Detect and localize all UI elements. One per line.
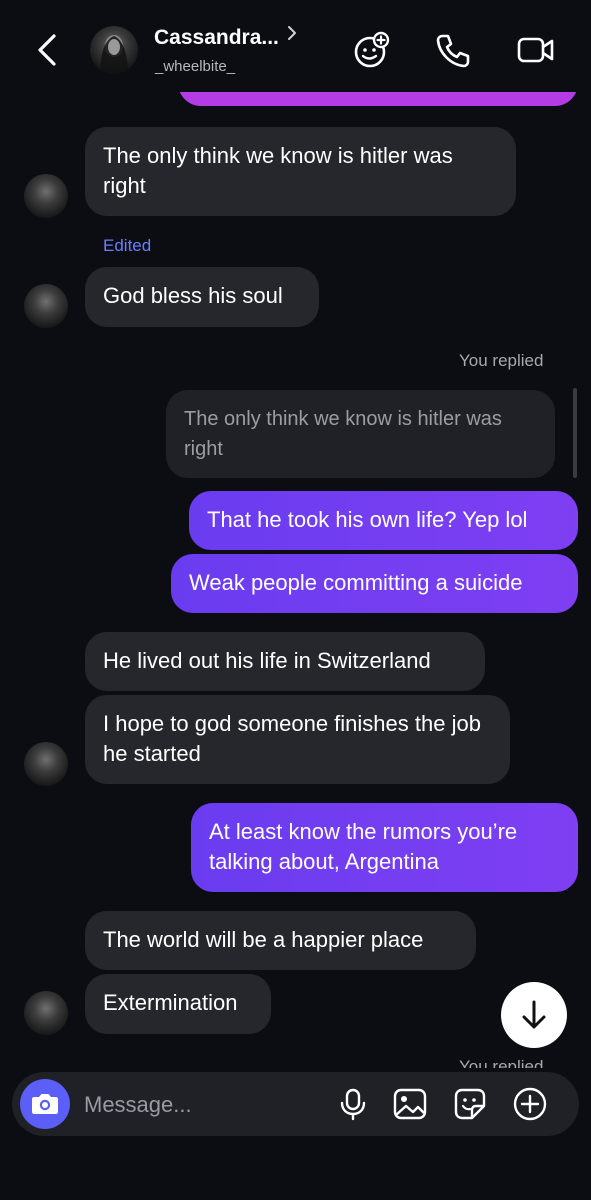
incoming-message[interactable]: The world will be a happier place [85,911,476,970]
message-text: I hope to god someone finishes the job h… [103,711,481,766]
message-text: He lived out his life in Switzerland [103,648,431,673]
message-input[interactable] [84,1090,324,1120]
chevron-left-icon[interactable] [30,30,64,70]
contact-username: _wheelbite_ [155,58,236,75]
message-text: The world will be a happier place [103,927,424,952]
message-text: Extermination [103,990,238,1015]
incoming-message[interactable]: I hope to god someone finishes the job h… [85,695,510,784]
contact-name-row[interactable]: Cassandra... [154,26,297,50]
sender-avatar[interactable] [24,991,68,1035]
message-text: The only think we know is hitler was rig… [103,143,453,198]
contact-avatar[interactable] [90,26,138,74]
sender-avatar[interactable] [24,284,68,328]
incoming-message[interactable]: Extermination [85,974,271,1034]
edited-label: Edited [103,236,152,255]
effects-icon[interactable] [352,30,392,70]
phone-icon[interactable] [433,30,473,70]
arrow-down-icon [522,1000,546,1029]
sender-avatar[interactable] [24,174,68,218]
gallery-icon[interactable] [392,1086,428,1122]
outgoing-message[interactable]: Weak people committing a suicide [171,554,578,613]
chat-header: Cassandra... _wheelbite_ [0,0,591,92]
chevron-right-icon [287,26,296,40]
scrollbar[interactable] [573,388,577,478]
contact-name[interactable]: Cassandra... [154,26,279,50]
scroll-to-bottom-button[interactable] [501,982,567,1048]
incoming-message[interactable]: He lived out his life in Switzerland [85,632,485,691]
plus-circle-icon[interactable] [512,1086,548,1122]
outgoing-message[interactable]: That he took his own life? Yep lol [189,491,578,550]
message-composer [12,1072,579,1136]
message-text: Weak people committing a suicide [189,570,523,595]
sender-avatar[interactable] [24,742,68,786]
incoming-message[interactable]: The only think we know is hitler was rig… [85,127,516,216]
microphone-icon[interactable] [335,1086,371,1122]
camera-button[interactable] [20,1079,70,1129]
incoming-message[interactable]: God bless his soul [85,267,319,327]
video-icon[interactable] [515,30,555,70]
outgoing-message[interactable]: At least know the rumors you’re talking … [191,803,578,892]
quoted-message[interactable]: The only think we know is hitler was rig… [166,390,555,478]
chat-screen: Cassandra... _wheelbite_ The only think … [0,0,591,1200]
message-text: God bless his soul [103,283,283,308]
reply-label: You replied [459,351,544,370]
camera-icon [32,1094,58,1114]
quoted-text: The only think we know is hitler was rig… [184,408,502,460]
sticker-icon[interactable] [452,1086,488,1122]
message-text: That he took his own life? Yep lol [207,507,528,532]
message-text: At least know the rumors you’re talking … [209,819,518,874]
